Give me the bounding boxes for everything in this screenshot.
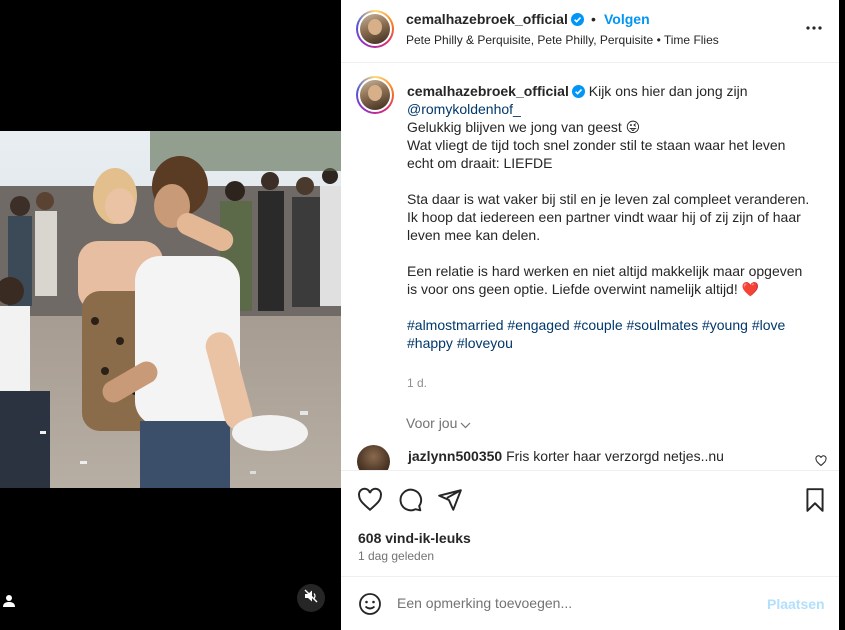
- emoji-icon[interactable]: [358, 592, 382, 616]
- post-date[interactable]: 1 dag geleden: [358, 549, 434, 563]
- comments-area[interactable]: cemalhazebroek_official Kijk ons hier da…: [341, 64, 839, 470]
- post-photo[interactable]: [0, 131, 341, 488]
- mention-link[interactable]: @romykoldenhof_: [407, 101, 521, 117]
- comment-heart-icon[interactable]: [815, 454, 827, 467]
- hashtag-link[interactable]: #couple: [574, 317, 623, 333]
- hashtag-list: #almostmarried #engaged #couple #soulmat…: [407, 316, 812, 352]
- caption-line-2: Gelukkig blijven we jong van geest 😜: [407, 119, 641, 135]
- caption-line-3: Wat vliegt de tijd toch snel zonder stil…: [407, 137, 786, 171]
- caption-timestamp[interactable]: 1 d.: [407, 376, 427, 390]
- caption-text: cemalhazebroek_official Kijk ons hier da…: [407, 82, 812, 352]
- follow-button[interactable]: Volgen: [604, 11, 650, 27]
- post-header: cemalhazebroek_official • Volgen Pete Ph…: [341, 0, 839, 63]
- hashtag-link[interactable]: #soulmates: [627, 317, 699, 333]
- comment: jazlynn500350 Fris korter haar verzorgd …: [408, 448, 724, 464]
- hashtag-link[interactable]: #almostmarried: [407, 317, 503, 333]
- commenter-username[interactable]: jazlynn500350: [408, 448, 502, 464]
- for-you-label: Voor jou: [406, 415, 458, 431]
- verified-badge-icon: [570, 13, 584, 26]
- author-username[interactable]: cemalhazebroek_official: [406, 11, 584, 27]
- follow-separator: •: [591, 11, 596, 27]
- muted-speaker-icon: [304, 589, 318, 608]
- media-pane: [0, 0, 341, 630]
- add-comment-bar: Plaatsen: [341, 576, 839, 630]
- comment-body: Fris korter haar verzorgd netjes..nu: [506, 448, 724, 464]
- user-tag-icon[interactable]: [2, 594, 16, 608]
- window-edge: [839, 0, 845, 630]
- heart-icon[interactable]: [357, 487, 383, 513]
- post-sidebar: cemalhazebroek_official • Volgen Pete Ph…: [341, 0, 839, 630]
- like-count[interactable]: 608 vind-ik-leuks: [358, 530, 471, 546]
- caption-username[interactable]: cemalhazebroek_official: [407, 83, 569, 99]
- hashtag-link[interactable]: #young: [702, 317, 748, 333]
- caption-paragraph-3: Een relatie is hard werken en niet altij…: [407, 263, 803, 297]
- hashtag-link[interactable]: #loveyou: [457, 335, 513, 351]
- comment-input[interactable]: [397, 591, 747, 615]
- bookmark-icon[interactable]: [802, 487, 828, 513]
- post-comment-button[interactable]: Plaatsen: [767, 596, 825, 612]
- author-avatar[interactable]: [356, 10, 394, 48]
- caption-first-line: Kijk ons hier dan jong zijn: [588, 83, 748, 99]
- comment-icon[interactable]: [397, 487, 423, 513]
- verified-badge-icon: [571, 85, 585, 98]
- hashtag-link[interactable]: #happy: [407, 335, 453, 351]
- chevron-down-icon: [460, 422, 471, 429]
- caption-paragraph-2: Sta daar is wat vaker bij stil en je lev…: [407, 191, 810, 243]
- share-icon[interactable]: [437, 487, 463, 513]
- hashtag-link[interactable]: #engaged: [507, 317, 569, 333]
- mute-button[interactable]: [297, 584, 325, 612]
- hashtag-link[interactable]: #love: [752, 317, 785, 333]
- for-you-toggle[interactable]: Voor jou: [406, 415, 471, 431]
- more-options-icon[interactable]: [804, 18, 824, 38]
- caption-avatar[interactable]: [356, 76, 394, 114]
- commenter-avatar[interactable]: [357, 445, 390, 470]
- audio-subtitle[interactable]: Pete Philly & Perquisite, Pete Philly, P…: [406, 33, 719, 47]
